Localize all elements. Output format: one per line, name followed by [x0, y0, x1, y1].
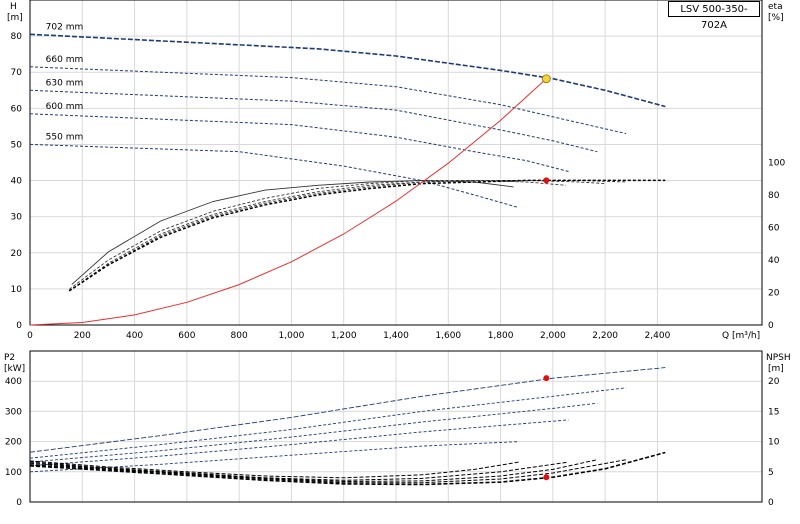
pump-performance-chart: 0 200 400 600 800 1,000 1,200 1,400 1,600 1,800 2,… — [4, 0, 791, 508]
npsh-axis-unit: [m] — [768, 364, 784, 374]
x-tick-label: 1,000 — [279, 331, 305, 341]
x-tick-label: 200 — [74, 331, 91, 341]
power-tick-label: 200 — [5, 438, 22, 448]
x-tick-label: 2,000 — [540, 331, 566, 341]
efficiency-curve — [68, 179, 606, 292]
eta-tick-label: 100 — [768, 159, 785, 169]
head-curve — [29, 113, 569, 172]
head-tick-label: 60 — [11, 104, 23, 114]
efficiency-curve — [68, 179, 566, 290]
head-tick-label: 20 — [11, 249, 23, 259]
npsh-tick-label: 0 — [768, 498, 774, 508]
power-curve — [29, 387, 627, 459]
npsh-point-marker — [543, 474, 550, 481]
pump-model-label: LSV 500-350-702A — [668, 1, 760, 31]
head-curve-label: 702 mm — [46, 22, 84, 32]
head-tick-label: 0 — [16, 321, 22, 331]
x-tick-label: 600 — [178, 331, 195, 341]
x-tick-label: 1,200 — [331, 331, 357, 341]
x-tick-label: 1,800 — [488, 331, 514, 341]
head-curve-label: 600 mm — [46, 102, 84, 112]
power-curve — [29, 367, 666, 453]
power-point-marker — [543, 375, 550, 382]
power-tick-label: 400 — [5, 377, 22, 387]
eta-axis-unit: [%] — [768, 13, 784, 23]
head-curve-label: 550 mm — [46, 132, 84, 142]
power-curve — [29, 419, 569, 467]
head-tick-label: 10 — [11, 285, 23, 295]
power-curve — [29, 402, 598, 463]
efficiency-curve — [68, 179, 627, 292]
head-curve — [29, 89, 598, 153]
head-curve-label: 630 mm — [46, 78, 84, 88]
eta-tick-label: 20 — [768, 289, 780, 299]
power-tick-label: 300 — [5, 407, 22, 417]
x-tick-label: 800 — [231, 331, 248, 341]
x-axis-label: Q [m³/h] — [722, 331, 760, 341]
head-curve — [29, 143, 520, 209]
power-tick-label: 100 — [5, 468, 22, 478]
x-tick-label: 2,400 — [645, 331, 671, 341]
x-tick-label: 2,200 — [592, 331, 618, 341]
x-tick-label: 1,600 — [435, 331, 461, 341]
npsh-tick-label: 5 — [768, 468, 774, 478]
npsh-tick-label: 15 — [768, 407, 779, 417]
eta-tick-label: 0 — [768, 321, 774, 331]
power-axis-unit: [kW] — [4, 364, 25, 374]
eta-tick-label: 80 — [768, 191, 780, 201]
head-axis-unit: [m] — [7, 13, 23, 23]
head-tick-label: 40 — [11, 177, 23, 187]
pump-curve-window: LSV 500-350-702A 0 200 400 600 800 1,000 1,200… — [0, 0, 800, 520]
head-tick-label: 70 — [11, 68, 23, 78]
head-curve-label: 660 mm — [46, 55, 84, 65]
eta-axis-label: eta — [768, 2, 783, 12]
npsh-axis-label: NPSH — [766, 353, 791, 363]
head-tick-label: 30 — [11, 213, 23, 223]
system-curve — [29, 78, 547, 326]
head-tick-label: 80 — [11, 32, 23, 42]
duty-point-marker — [541, 74, 551, 84]
x-tick-label: 0 — [27, 331, 33, 341]
x-tick-label: 1,400 — [383, 331, 409, 341]
power-tick-label: 0 — [16, 498, 22, 508]
eta-tick-label: 40 — [768, 256, 780, 266]
npsh-curve — [29, 451, 666, 486]
efficiency-point-marker — [543, 177, 550, 184]
head-tick-label: 50 — [11, 140, 23, 150]
power-axis-label: P2 — [4, 353, 15, 363]
npsh-tick-label: 10 — [768, 438, 780, 448]
head-axis-label: H — [10, 2, 17, 12]
x-tick-label: 400 — [126, 331, 143, 341]
eta-tick-label: 60 — [768, 224, 780, 234]
npsh-tick-label: 20 — [768, 377, 780, 387]
